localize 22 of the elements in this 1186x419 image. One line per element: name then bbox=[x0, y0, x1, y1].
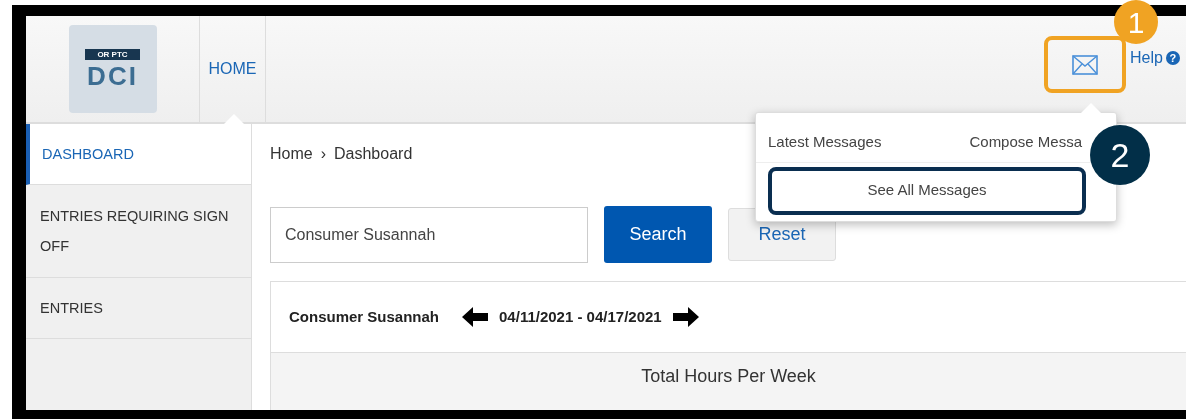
compose-message-link[interactable]: Compose Messa bbox=[969, 131, 1082, 154]
nav-tab[interactable]: HOME bbox=[200, 16, 266, 122]
breadcrumb-separator: › bbox=[320, 144, 326, 164]
previous-week-icon[interactable] bbox=[461, 307, 490, 327]
sidebar-item[interactable]: DASHBOARD bbox=[26, 124, 251, 185]
logo-mark: DCI bbox=[87, 61, 138, 90]
help-link[interactable]: Help ? bbox=[1130, 46, 1180, 70]
sidebar-item[interactable]: ENTRIES bbox=[26, 278, 251, 339]
logo-caption: OR PTC bbox=[85, 48, 140, 60]
mail-icon bbox=[1072, 54, 1098, 75]
consumer-name: Consumer Susannah bbox=[289, 306, 440, 327]
see-all-messages-button[interactable]: See All Messages bbox=[768, 166, 1086, 215]
sidebar-item[interactable]: ENTRIES REQUIRING SIGN OFF bbox=[26, 185, 251, 278]
summary-title: Total Hours Per Week bbox=[641, 365, 816, 388]
next-week-icon[interactable] bbox=[671, 307, 700, 327]
week-range: 04/11/2021 - 04/17/2021 bbox=[499, 306, 662, 327]
latest-messages-label: Latest Messages bbox=[768, 132, 882, 152]
breadcrumb-item: Dashboard bbox=[334, 144, 413, 164]
breadcrumb-item[interactable]: Home bbox=[270, 142, 313, 172]
search-field[interactable]: Consumer Susannah bbox=[270, 206, 588, 263]
callout-marker: 2 bbox=[1090, 125, 1150, 185]
search-button[interactable]: Search bbox=[604, 206, 712, 263]
